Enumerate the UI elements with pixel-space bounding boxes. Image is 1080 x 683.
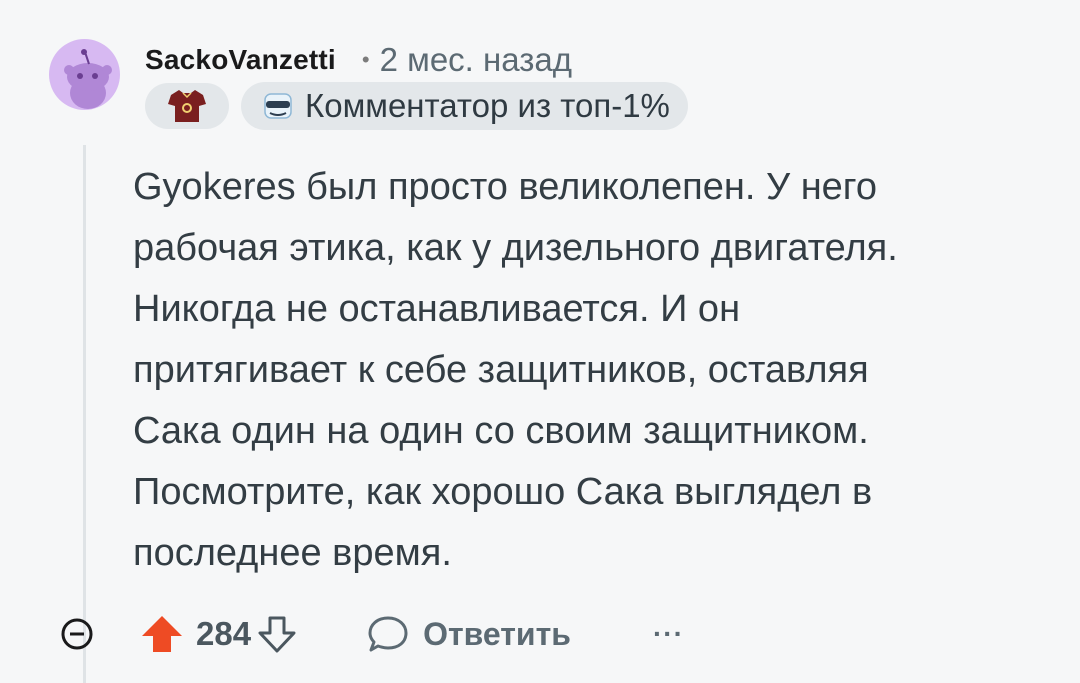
sunglasses-icon	[264, 93, 292, 119]
top-commenter-badge[interactable]: Комментатор из топ-1%	[241, 82, 688, 130]
separator-dot: •	[361, 47, 370, 72]
downvote-button[interactable]	[257, 614, 297, 654]
downvote-arrow-icon	[258, 616, 296, 653]
top-commenter-label: Комментатор из топ-1%	[305, 87, 670, 124]
upvote-button[interactable]	[140, 614, 184, 654]
thread-line[interactable]	[83, 145, 86, 683]
more-options-button[interactable]: ···	[653, 618, 684, 650]
collapse-icon	[61, 618, 93, 650]
reply-label: Ответить	[423, 615, 571, 652]
comment-time[interactable]: 2 мес. назад	[380, 41, 572, 79]
comment-body: Gyokeres был просто великолепен. У него …	[133, 166, 898, 574]
comment-actions: 284 Ответить ···	[60, 608, 684, 660]
flair-badge[interactable]	[145, 83, 229, 129]
username-link[interactable]: SackoVanzetti	[145, 44, 336, 76]
reply-button[interactable]: Ответить	[367, 614, 571, 654]
snoo-avatar-icon	[64, 49, 112, 109]
vote-score: 284	[196, 615, 252, 652]
shirt-icon	[168, 90, 206, 122]
user-badges: Комментатор из топ-1%	[145, 82, 688, 130]
collapse-button[interactable]	[60, 617, 94, 651]
comment-header: SackoVanzetti • 2 мес. назад	[145, 40, 572, 80]
reply-bubble-icon	[368, 616, 408, 652]
avatar[interactable]	[49, 39, 120, 110]
upvote-arrow-icon	[142, 616, 182, 652]
